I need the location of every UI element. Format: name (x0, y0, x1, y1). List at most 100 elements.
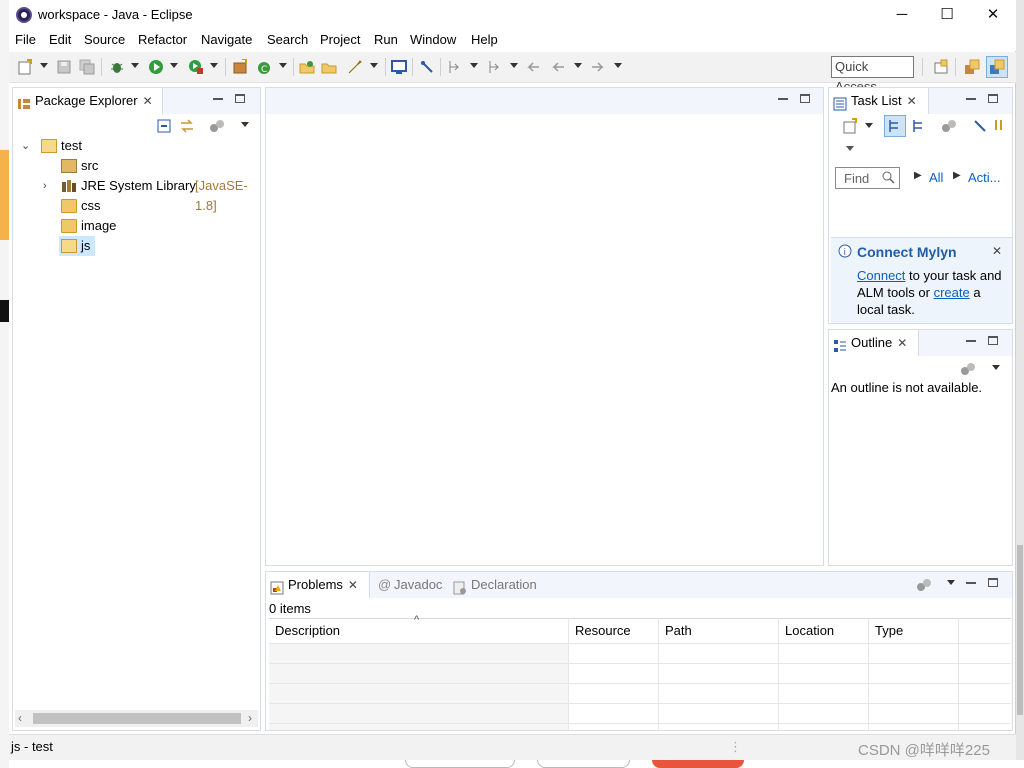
view-menu-icon[interactable] (992, 365, 1000, 370)
filter-activate-link[interactable]: Acti... (968, 170, 1001, 185)
back-dropdown-icon[interactable] (574, 63, 582, 68)
synchronize-icon[interactable] (992, 118, 1008, 134)
tab-task-list[interactable]: Task List ✕ (829, 88, 929, 114)
close-tab-icon[interactable]: ✕ (907, 94, 917, 108)
view-menu-icon[interactable] (846, 146, 854, 151)
task-find-input[interactable]: Find (835, 167, 900, 189)
open-type-icon[interactable] (299, 59, 315, 75)
new-task-dropdown-icon[interactable] (865, 123, 873, 128)
horizontal-scrollbar[interactable]: ‹ › (15, 710, 258, 727)
close-tab-icon[interactable]: ✕ (348, 578, 358, 592)
column-resource[interactable]: Resource (575, 623, 631, 638)
tree-item-image[interactable]: image (19, 216, 249, 236)
tree-item-css[interactable]: css (19, 196, 249, 216)
minimize-view-icon[interactable] (213, 98, 223, 100)
save-icon[interactable] (56, 59, 72, 75)
collapse-tasks-icon[interactable] (972, 118, 988, 134)
menu-navigate[interactable]: Navigate (201, 32, 252, 47)
expand-caret-icon[interactable]: ⌄ (21, 136, 30, 156)
menu-run[interactable]: Run (374, 32, 398, 47)
focus-problems-icon[interactable] (916, 577, 932, 593)
scroll-right-icon[interactable]: › (248, 711, 252, 725)
focus-outline-icon[interactable] (960, 361, 976, 377)
search-dropdown-icon[interactable] (370, 63, 378, 68)
coverage-icon[interactable] (188, 59, 204, 75)
categorized-icon[interactable] (884, 115, 906, 137)
debug-dropdown-icon[interactable] (131, 63, 139, 68)
java-perspective-icon[interactable] (986, 56, 1008, 78)
next-annotation-dropdown-icon[interactable] (470, 63, 478, 68)
close-tab-icon[interactable]: ✕ (143, 94, 153, 108)
minimize-view-icon[interactable] (966, 582, 976, 584)
column-location[interactable]: Location (785, 623, 834, 638)
console-icon[interactable] (391, 59, 407, 75)
focus-task-icon[interactable] (209, 118, 225, 134)
run-dropdown-icon[interactable] (170, 63, 178, 68)
filter-all-link[interactable]: All (929, 170, 943, 185)
previous-annotation-dropdown-icon[interactable] (510, 63, 518, 68)
forward-dropdown-icon[interactable] (614, 63, 622, 68)
save-all-icon[interactable] (79, 59, 95, 75)
new-dropdown-icon[interactable] (40, 63, 48, 68)
menu-window[interactable]: Window (410, 32, 456, 47)
tab-javadoc[interactable]: @ Javadoc (372, 572, 442, 598)
maximize-view-icon[interactable] (988, 94, 998, 103)
tab-package-explorer[interactable]: Package Explorer ✕ (13, 88, 163, 114)
column-type[interactable]: Type (875, 623, 903, 638)
previous-annotation-icon[interactable] (487, 59, 503, 75)
maximize-editor-icon[interactable] (800, 94, 810, 103)
scroll-left-icon[interactable]: ‹ (18, 711, 22, 725)
scheduled-icon[interactable] (911, 118, 927, 134)
tree-item-js[interactable]: js (19, 236, 249, 256)
quick-access-input[interactable]: Quick Access (831, 56, 914, 94)
close-mylyn-icon[interactable]: ✕ (992, 244, 1002, 258)
coverage-dropdown-icon[interactable] (210, 63, 218, 68)
tab-problems[interactable]: Problems ✕ (266, 572, 370, 598)
tree-item-jre[interactable]: › JRE System Library [JavaSE-1.8] (19, 176, 259, 213)
tree-item-test[interactable]: ⌄ test (19, 136, 249, 156)
tab-outline[interactable]: Outline ✕ (829, 330, 919, 356)
collapse-caret-icon[interactable]: › (43, 176, 47, 196)
last-edit-icon[interactable] (525, 59, 541, 75)
tab-declaration[interactable]: Declaration (449, 572, 537, 598)
collapse-all-icon[interactable] (156, 118, 172, 134)
link-with-editor-icon[interactable] (179, 118, 195, 134)
menu-search[interactable]: Search (267, 32, 308, 47)
minimize-view-icon[interactable] (966, 340, 976, 342)
menu-file[interactable]: File (15, 32, 36, 47)
create-link[interactable]: create (934, 285, 970, 300)
menu-edit[interactable]: Edit (49, 32, 71, 47)
new-icon[interactable] (17, 59, 33, 75)
new-task-icon[interactable] (842, 118, 858, 134)
java-ee-perspective-icon[interactable] (964, 59, 980, 75)
debug-icon[interactable] (109, 59, 125, 75)
run-icon[interactable] (148, 59, 164, 75)
menu-help[interactable]: Help (471, 32, 498, 47)
menu-refactor[interactable]: Refactor (138, 32, 187, 47)
forward-icon[interactable] (590, 59, 606, 75)
search-tool-icon[interactable] (347, 59, 363, 75)
close-button[interactable]: ✕ (970, 0, 1016, 31)
menu-project[interactable]: Project (320, 32, 360, 47)
column-description[interactable]: Description (275, 623, 340, 638)
scrollbar-thumb[interactable] (33, 713, 241, 724)
minimize-view-icon[interactable] (966, 98, 976, 100)
view-menu-icon[interactable] (947, 580, 955, 585)
menu-source[interactable]: Source (84, 32, 125, 47)
back-icon[interactable] (550, 59, 566, 75)
maximize-view-icon[interactable] (988, 336, 998, 345)
open-resource-icon[interactable] (321, 59, 337, 75)
tree-item-src[interactable]: src (19, 156, 249, 176)
view-menu-icon[interactable] (241, 122, 249, 127)
new-package-icon[interactable] (232, 58, 248, 75)
maximize-view-icon[interactable] (988, 578, 998, 587)
focus-icon[interactable] (941, 118, 957, 134)
maximize-button[interactable]: ☐ (924, 0, 970, 31)
maximize-view-icon[interactable] (235, 94, 245, 103)
minimize-button[interactable]: ─ (879, 0, 925, 31)
next-annotation-icon[interactable] (447, 59, 463, 75)
minimize-editor-icon[interactable] (778, 98, 788, 100)
toggle-breadcrumb-icon[interactable] (419, 59, 435, 75)
close-tab-icon[interactable]: ✕ (897, 336, 907, 350)
connect-link[interactable]: Connect (857, 268, 905, 283)
